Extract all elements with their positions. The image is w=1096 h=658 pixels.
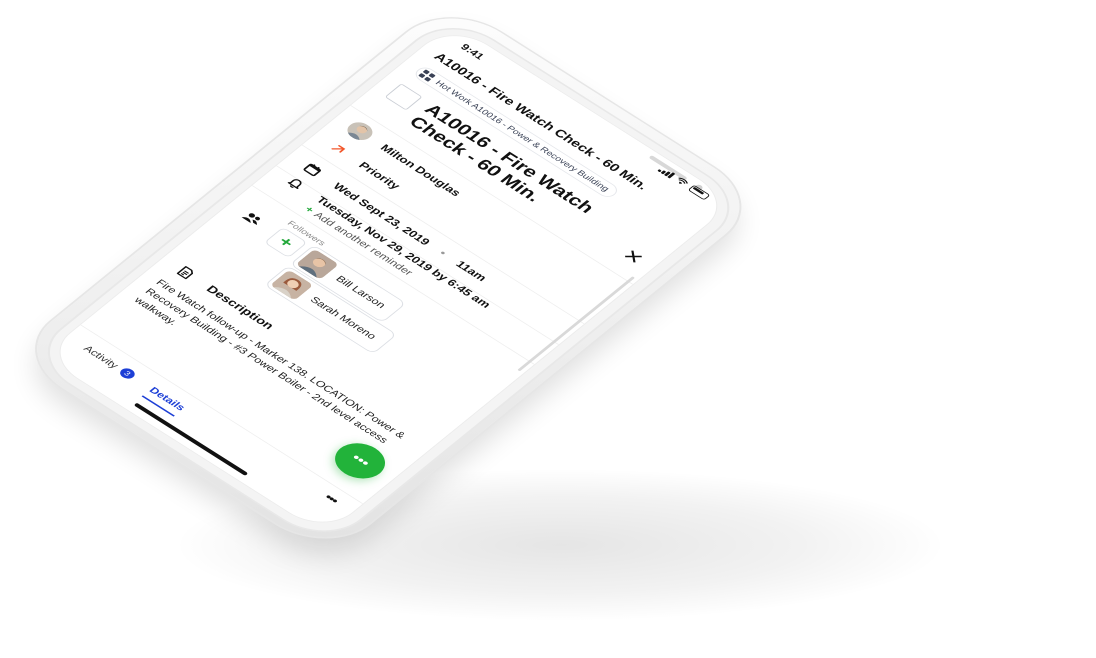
phone-device: 9:41 A10016 - Fire Watch Check - 60 Min.… xyxy=(10,0,767,557)
signal-icon xyxy=(657,166,676,179)
wifi-icon xyxy=(678,177,688,184)
tab-activity-label: Activity xyxy=(81,343,122,371)
task-complete-checkbox[interactable] xyxy=(384,83,423,111)
activity-count-badge: 3 xyxy=(117,365,138,381)
battery-icon xyxy=(687,184,711,201)
people-icon xyxy=(235,206,270,231)
tab-details-label: Details xyxy=(147,384,189,413)
grid-icon xyxy=(418,69,436,82)
scene: 9:41 A10016 - Fire Watch Check - 60 Min.… xyxy=(0,0,1096,658)
due-date-separator: • xyxy=(436,247,451,258)
tab-activity[interactable]: Activity 3 xyxy=(81,343,138,381)
plus-icon: + xyxy=(274,233,298,251)
phone-screen: 9:41 A10016 - Fire Watch Check - 60 Min.… xyxy=(41,22,736,536)
tab-details[interactable]: Details xyxy=(147,385,188,413)
arrow-up-right-icon xyxy=(321,136,356,161)
assignee-avatar xyxy=(342,118,378,144)
status-bar: 9:41 xyxy=(433,23,734,217)
ellipsis-icon: ••• xyxy=(348,451,373,470)
